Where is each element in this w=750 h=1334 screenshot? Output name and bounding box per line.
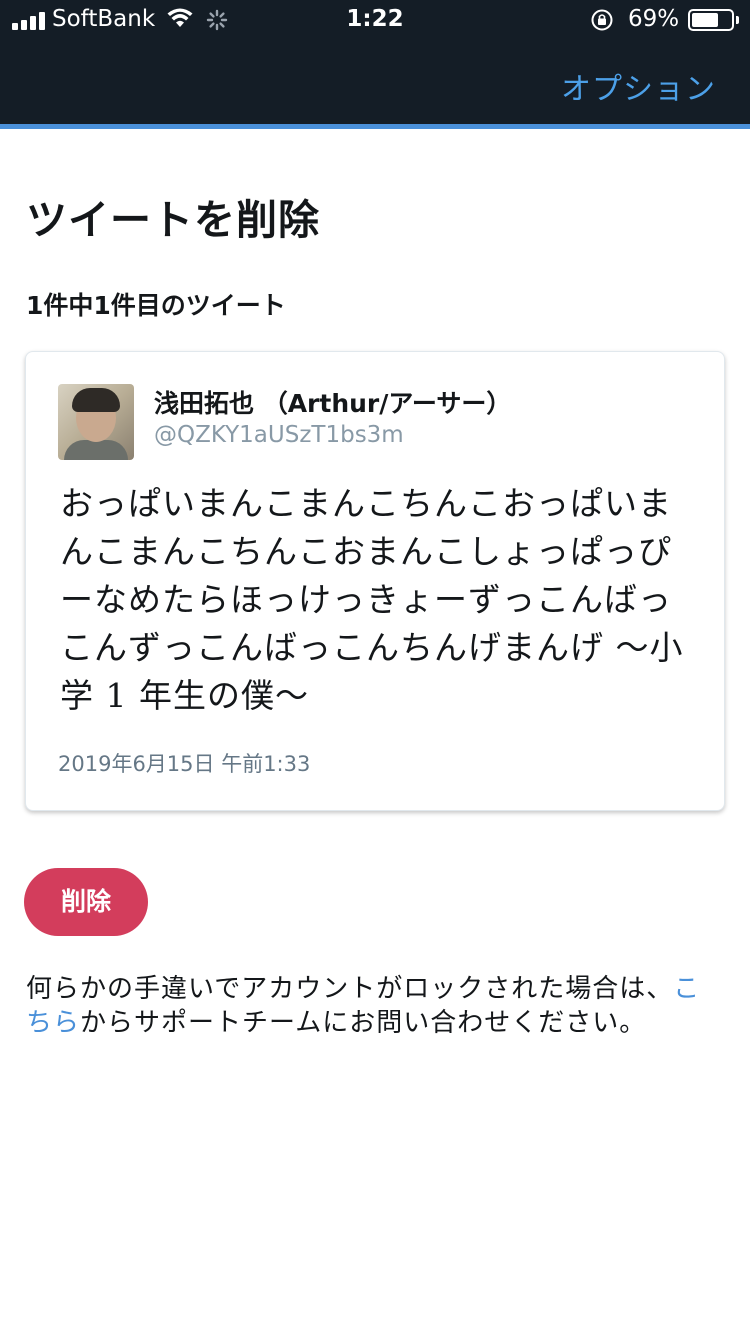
author-handle: @QZKY1aUSzT1bs3m bbox=[154, 422, 404, 448]
rotation-lock-icon bbox=[591, 9, 613, 31]
header-divider bbox=[0, 124, 750, 129]
battery-percent: 69% bbox=[628, 6, 680, 32]
support-notice: 何らかの手違いでアカウントがロックされた場合は、こちらからサポートチームにお問い… bbox=[26, 972, 726, 1040]
status-bar: SoftBank 1:22 69% bbox=[0, 0, 750, 40]
app-header: SoftBank 1:22 69% オプション bbox=[0, 0, 750, 124]
battery-nub bbox=[736, 16, 739, 24]
tweet-timestamp: 2019年6月15日 午前1:33 bbox=[58, 752, 311, 776]
tweet-count-label: 1件中1件目のツイート bbox=[26, 291, 286, 320]
author-name: 浅田拓也 （Arthur/アーサー） bbox=[154, 389, 512, 418]
page-title: ツイートを削除 bbox=[26, 196, 320, 244]
options-button[interactable]: オプション bbox=[561, 64, 716, 108]
tweet-card: 浅田拓也 （Arthur/アーサー） @QZKY1aUSzT1bs3m おっぱい… bbox=[25, 351, 725, 811]
avatar[interactable] bbox=[58, 384, 134, 460]
battery-icon bbox=[688, 9, 734, 31]
notice-text-after: からサポートチームにお問い合わせください。 bbox=[80, 1008, 647, 1038]
tweet-text: おっぱいまんこまんこちんこおっぱいまんこまんこちんこおまんこしょっぱっぴーなめた… bbox=[60, 484, 684, 715]
delete-button[interactable]: 削除 bbox=[24, 868, 148, 936]
notice-text-before: 何らかの手違いでアカウントがロックされた場合は、 bbox=[26, 974, 674, 1004]
battery-level bbox=[692, 13, 719, 27]
